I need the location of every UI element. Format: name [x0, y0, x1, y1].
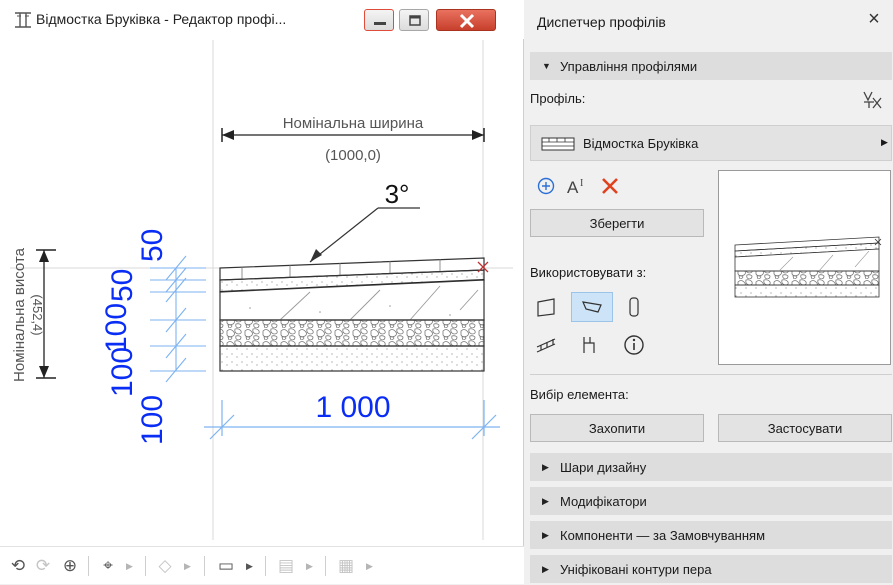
profile-editor-icon: [15, 12, 31, 28]
expanded-triangle-icon: ▼: [542, 61, 551, 71]
beam-tool-icon[interactable]: [571, 292, 613, 322]
svg-text:I: I: [580, 178, 583, 189]
profile-thumbnail-icon: [541, 137, 575, 151]
profile-select[interactable]: Відмостка Бруківка ▶: [530, 125, 892, 161]
maximize-button[interactable]: [399, 9, 429, 31]
panel-title: Диспетчер профілів: [537, 14, 666, 30]
collapsed-triangle-icon: ▶: [542, 563, 549, 574]
new-profile-icon[interactable]: [531, 171, 561, 201]
profile-preview: [718, 170, 891, 365]
drawing-canvas[interactable]: Номінальна ширина (1000,0) Номінальна ви…: [10, 40, 513, 540]
collapsed-triangle-icon: ▶: [542, 461, 549, 472]
grid-dropdown-arrow[interactable]: ▶: [366, 547, 373, 585]
minimize-icon: [374, 22, 386, 25]
rotate-icon[interactable]: ⟲: [4, 547, 32, 585]
zoom-fit-icon[interactable]: ⌖: [94, 547, 122, 585]
slope-label: 3°: [385, 179, 410, 209]
apply-button[interactable]: Застосувати: [718, 414, 892, 442]
svg-text:A: A: [567, 178, 579, 196]
layers-dropdown-arrow[interactable]: ▶: [306, 547, 313, 585]
profile-body: [219, 257, 489, 372]
profile-editor-window: Відмостка Бруківка - Редактор профі... Н…: [0, 0, 524, 584]
profile-settings-icon[interactable]: [857, 86, 887, 114]
ruler-dropdown-arrow[interactable]: ▶: [246, 547, 253, 585]
profile-select-arrow-icon: ▶: [881, 137, 888, 147]
layer-dim-1: 50: [106, 269, 139, 302]
rename-profile-icon[interactable]: AI: [563, 171, 593, 201]
railing-tool-icon[interactable]: [531, 330, 561, 360]
profile-label: Профіль:: [530, 91, 586, 106]
section-manage-profiles[interactable]: ▼ Управління профілями: [530, 52, 892, 80]
editor-title: Відмостка Бруківка - Редактор профі...: [36, 11, 287, 27]
nominal-height-value: (452,4): [30, 294, 45, 335]
zoom-dropdown-arrow[interactable]: ▶: [126, 547, 133, 585]
nominal-width-value: (1000,0): [325, 147, 381, 164]
layers-icon[interactable]: ▤: [272, 547, 300, 585]
use-with-label: Використовувати з:: [530, 265, 647, 280]
capture-button[interactable]: Захопити: [530, 414, 704, 442]
grid-icon[interactable]: ▦: [332, 547, 360, 585]
profile-preview-drawing: [734, 236, 882, 298]
profile-manager-panel: Диспетчер профілів × ▼ Управління профіл…: [525, 0, 893, 584]
zoom-in-icon[interactable]: ⊕: [56, 547, 84, 585]
profile-drawing: Номінальна ширина (1000,0) Номінальна ви…: [10, 40, 513, 540]
profile-name: Відмостка Бруківка: [583, 136, 699, 151]
column-tool-icon[interactable]: [619, 292, 649, 322]
info-icon[interactable]: [619, 330, 649, 360]
collapsed-triangle-icon: ▶: [542, 495, 549, 506]
slope-annotation: 3°: [309, 179, 420, 263]
nominal-width-label: Номінальна ширина: [283, 115, 424, 132]
section-unified-pen-contours[interactable]: ▶ Уніфіковані контури пера: [530, 555, 892, 583]
ruler-icon[interactable]: ▭: [212, 547, 240, 585]
layer-dim-3: 100: [106, 347, 139, 397]
save-button[interactable]: Зберегти: [530, 209, 704, 237]
layer-dim-2: 100: [100, 303, 133, 353]
element-selection-label: Вибір елемента:: [530, 387, 629, 402]
stair-tool-icon[interactable]: [575, 330, 605, 360]
panel-close-button[interactable]: ×: [861, 6, 887, 32]
nominal-height-label: Номінальна висота: [11, 247, 28, 382]
section-modifiers[interactable]: ▶ Модифікатори: [530, 487, 892, 515]
transform-icon[interactable]: ◇: [152, 547, 178, 585]
redo-icon[interactable]: ⟳: [30, 547, 56, 585]
layer-dim-0: 50: [136, 229, 169, 262]
section-components-default[interactable]: ▶ Компоненти — за Замовчуванням: [530, 521, 892, 549]
editor-toolbar: ⟲ ⟳ ⊕ ⌖ ▶ ◇ ▶ ▭ ▶ ▤ ▶ ▦ ▶: [0, 546, 524, 584]
delete-profile-icon[interactable]: [595, 171, 625, 201]
layer-dimension-ticks: [150, 255, 206, 383]
editor-titlebar[interactable]: Відмостка Бруківка - Редактор профі...: [0, 0, 524, 39]
width-dimension: 1 000: [204, 391, 500, 440]
collapsed-triangle-icon: ▶: [542, 529, 549, 540]
layer-dim-4: 100: [136, 395, 169, 445]
width-dim-label: 1 000: [315, 391, 390, 424]
close-icon: [459, 13, 475, 29]
layer-dimension-labels: 50 50 100 100 100: [100, 229, 169, 445]
minimize-button[interactable]: [364, 9, 394, 31]
wall-tool-icon[interactable]: [531, 292, 561, 322]
section-design-layers[interactable]: ▶ Шари дизайну: [530, 453, 892, 481]
nominal-width-dimension: Номінальна ширина (1000,0): [221, 115, 485, 164]
close-window-button[interactable]: [436, 9, 496, 31]
transform-dropdown-arrow[interactable]: ▶: [184, 547, 191, 585]
